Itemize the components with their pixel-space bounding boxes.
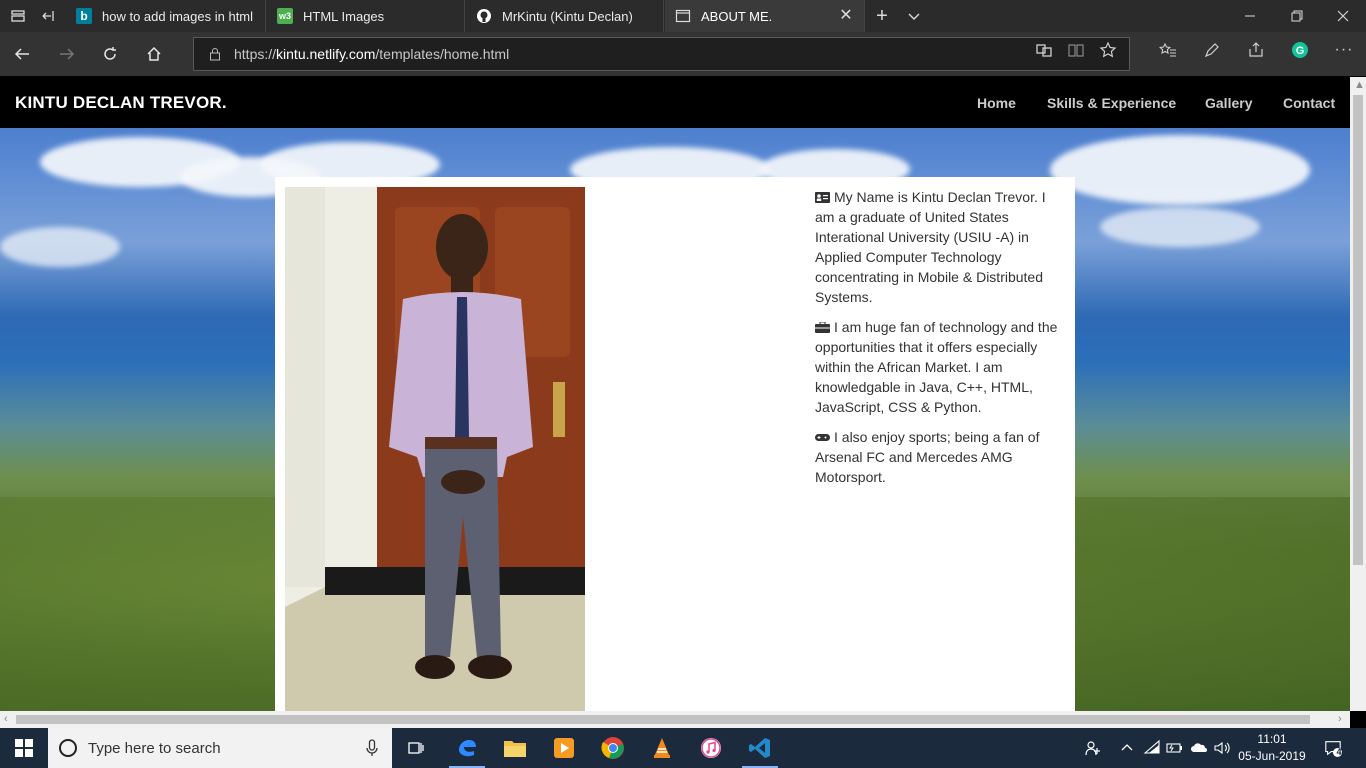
w3schools-icon: w3: [277, 8, 293, 24]
clock-time: 11:01: [1257, 732, 1287, 746]
nav-link-gallery[interactable]: Gallery: [1205, 95, 1252, 111]
about-paragraph-name: My Name is Kintu Declan Trevor. I am a g…: [815, 187, 1060, 307]
url-path: /templates/home.html: [375, 46, 510, 62]
chevron-down-icon[interactable]: [904, 6, 924, 26]
media-player-icon[interactable]: [540, 728, 588, 768]
url-domain: kintu.netlify.com: [276, 46, 376, 62]
reading-view-icon[interactable]: [1067, 41, 1085, 59]
scrollbar-thumb[interactable]: [1353, 95, 1363, 565]
about-text: My Name is Kintu Declan Trevor. I am a g…: [815, 187, 1060, 497]
nav-link-home[interactable]: Home: [977, 95, 1016, 111]
about-paragraph-text: I also enjoy sports; being a fan of Arse…: [815, 429, 1040, 485]
bing-icon: b: [76, 8, 92, 24]
background-cloud: [1050, 135, 1310, 205]
battery-plugged-icon[interactable]: [1166, 739, 1184, 757]
close-window-icon[interactable]: [1333, 6, 1353, 26]
restore-icon[interactable]: [1287, 6, 1307, 26]
close-tab-icon[interactable]: ✕: [838, 8, 854, 24]
task-view-icon[interactable]: [392, 728, 440, 768]
windows-start-icon[interactable]: [0, 728, 48, 768]
profile-photo: [285, 187, 585, 711]
chevron-up-icon[interactable]: [1118, 739, 1136, 757]
tab-github[interactable]: MrKintu (Kintu Declan): [466, 0, 664, 32]
horizontal-scrollbar[interactable]: ‹ ›: [0, 711, 1350, 728]
lock-icon[interactable]: [208, 47, 222, 61]
scroll-right-icon[interactable]: ›: [1338, 713, 1342, 725]
about-card: My Name is Kintu Declan Trevor. I am a g…: [275, 177, 1075, 711]
new-tab-icon[interactable]: +: [872, 5, 892, 27]
home-icon[interactable]: [142, 42, 166, 66]
itunes-icon[interactable]: [687, 728, 735, 768]
vertical-scrollbar[interactable]: ▲: [1350, 77, 1366, 711]
chrome-icon[interactable]: [589, 728, 637, 768]
taskbar: Type here to search 11:01 05-Jun-2019 4: [0, 728, 1366, 768]
background-cloud: [0, 227, 120, 267]
set-tabs-aside-icon[interactable]: [38, 6, 58, 26]
grammarly-icon[interactable]: G: [1291, 41, 1309, 59]
site-header: KINTU DECLAN TREVOR. Home Skills & Exper…: [0, 77, 1350, 128]
cortana-icon: [58, 738, 78, 758]
wifi-icon[interactable]: [1143, 739, 1161, 757]
github-icon: [476, 8, 492, 24]
extension-icon[interactable]: [1035, 41, 1053, 59]
vlc-icon[interactable]: [638, 728, 686, 768]
svg-text:G: G: [1296, 45, 1305, 57]
scroll-left-icon[interactable]: ‹: [4, 713, 8, 725]
url-text[interactable]: https://kintu.netlify.com/templates/home…: [234, 46, 509, 62]
pen-icon[interactable]: [1203, 41, 1221, 59]
about-paragraph-sports: I also enjoy sports; being a fan of Arse…: [815, 427, 1060, 487]
tab-about-me[interactable]: ABOUT ME. ✕: [665, 0, 865, 32]
page-icon: [675, 8, 691, 24]
web-page: KINTU DECLAN TREVOR. Home Skills & Exper…: [0, 77, 1350, 711]
refresh-icon[interactable]: [98, 42, 122, 66]
edge-app-icon[interactable]: [443, 728, 491, 768]
about-paragraph-tech: I am huge fan of technology and the oppo…: [815, 317, 1060, 417]
back-icon[interactable]: [10, 42, 34, 66]
tab-label: MrKintu (Kintu Declan): [502, 8, 633, 24]
nav-link-skills-experience[interactable]: Skills & Experience: [1047, 95, 1176, 111]
microphone-icon[interactable]: [366, 739, 378, 757]
clock-date: 05-Jun-2019: [1238, 749, 1306, 763]
action-center-icon[interactable]: 4: [1324, 739, 1342, 757]
nav-link-contact[interactable]: Contact: [1283, 95, 1335, 111]
about-paragraph-text: I am huge fan of technology and the oppo…: [815, 319, 1058, 415]
tab-actions-icon[interactable]: [8, 6, 28, 26]
address-bar[interactable]: https://kintu.netlify.com/templates/home…: [193, 37, 1130, 71]
about-paragraph-text: My Name is Kintu Declan Trevor. I am a g…: [815, 189, 1046, 305]
site-title[interactable]: KINTU DECLAN TREVOR.: [15, 93, 227, 113]
taskbar-clock[interactable]: 11:01 05-Jun-2019: [1238, 731, 1306, 765]
briefcase-icon: [815, 322, 830, 333]
favorite-star-icon[interactable]: [1099, 41, 1117, 59]
tab-label: how to add images in html: [102, 8, 254, 24]
scrollbar-thumb[interactable]: [16, 715, 1310, 724]
volume-icon[interactable]: [1213, 739, 1231, 757]
gamepad-icon: [815, 432, 830, 443]
share-icon[interactable]: [1247, 41, 1265, 59]
taskbar-search-box[interactable]: Type here to search: [48, 728, 392, 768]
people-icon[interactable]: [1084, 739, 1102, 757]
scroll-up-icon[interactable]: ▲: [1354, 79, 1365, 91]
onedrive-cloud-icon[interactable]: [1190, 739, 1208, 757]
browser-tab-bar: b how to add images in html w3 HTML Imag…: [0, 0, 1366, 32]
notification-count: 4: [1336, 747, 1342, 757]
tab-label: ABOUT ME.: [701, 8, 773, 24]
favorites-list-icon[interactable]: [1159, 41, 1177, 59]
background-cloud: [1100, 207, 1260, 247]
tab-bing[interactable]: b how to add images in html: [66, 0, 266, 32]
search-placeholder: Type here to search: [88, 739, 221, 757]
tab-html-images[interactable]: w3 HTML Images: [267, 0, 465, 32]
file-explorer-icon[interactable]: [491, 728, 539, 768]
more-options-icon[interactable]: ···: [1335, 41, 1353, 59]
url-prefix: https://: [234, 46, 277, 62]
tab-label: HTML Images: [303, 8, 385, 24]
vscode-icon[interactable]: [736, 728, 784, 768]
forward-icon[interactable]: [55, 42, 79, 66]
id-card-icon: [815, 192, 830, 203]
browser-toolbar: https://kintu.netlify.com/templates/home…: [0, 32, 1366, 76]
minimize-icon[interactable]: [1240, 6, 1260, 26]
